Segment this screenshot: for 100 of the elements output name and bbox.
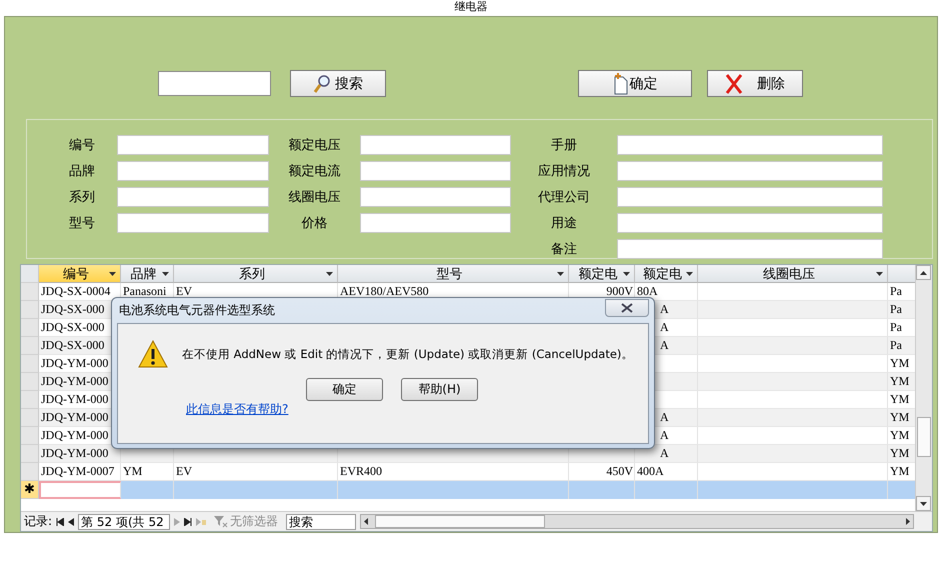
record-label: 记录: — [24, 513, 52, 530]
field-label: 用途 — [551, 215, 577, 232]
column-header[interactable]: 额定电 — [569, 265, 635, 283]
new-record-cell[interactable] — [338, 481, 569, 499]
next-record-icon[interactable] — [174, 518, 180, 526]
delete-icon — [725, 74, 743, 94]
input-field[interactable] — [117, 187, 269, 207]
vertical-scrollbar[interactable] — [915, 265, 932, 511]
dropdown-arrow-icon[interactable] — [109, 272, 116, 276]
scroll-thumb[interactable] — [375, 515, 546, 528]
previous-record-icon[interactable] — [68, 518, 74, 526]
confirm-button[interactable]: 确定 — [578, 70, 692, 97]
table-cell: Pa — [888, 337, 916, 355]
table-cell: 400A — [635, 463, 698, 481]
table-cell: JDQ-YM-0007 — [39, 463, 121, 481]
input-field[interactable] — [360, 187, 511, 207]
row-selector[interactable] — [21, 301, 39, 319]
new-record-icon[interactable] — [196, 518, 206, 526]
column-header[interactable]: 线圈电压 — [698, 265, 888, 283]
table-cell: EVR400 — [338, 463, 569, 481]
window-title: 继电器 — [454, 0, 488, 13]
new-record-cell[interactable] — [121, 481, 174, 499]
input-field[interactable] — [617, 161, 883, 181]
row-selector[interactable] — [21, 283, 39, 301]
input-field[interactable] — [617, 239, 883, 259]
dropdown-arrow-icon[interactable] — [876, 272, 883, 276]
new-record-cell[interactable] — [635, 481, 698, 499]
table-cell: A — [635, 445, 698, 463]
new-record-cell[interactable] — [569, 481, 635, 499]
column-header[interactable]: 品牌 — [121, 265, 174, 283]
dropdown-arrow-icon[interactable] — [623, 272, 630, 276]
column-header[interactable]: 编号 — [39, 265, 121, 283]
first-record-icon[interactable] — [56, 518, 64, 526]
field-label: 编号 — [69, 137, 95, 154]
new-document-icon — [612, 72, 628, 94]
dropdown-arrow-icon[interactable] — [326, 272, 333, 276]
table-cell: 450V — [569, 463, 635, 481]
field-label: 应用情况 — [538, 163, 590, 180]
close-button[interactable] — [605, 298, 649, 316]
row-selector[interactable] — [21, 355, 39, 373]
scroll-thumb[interactable] — [917, 417, 931, 457]
search-icon — [313, 74, 331, 94]
input-field[interactable] — [117, 135, 269, 155]
input-field[interactable] — [117, 213, 269, 233]
last-record-icon[interactable] — [184, 518, 192, 526]
field-label: 手册 — [551, 137, 577, 154]
close-icon — [621, 302, 633, 312]
field-label: 额定电流 — [288, 163, 340, 180]
table-cell: YM — [888, 409, 916, 427]
field-label: 线圈电压 — [288, 189, 340, 206]
warning-icon — [138, 340, 168, 368]
scroll-up-icon[interactable] — [920, 270, 927, 274]
column-header[interactable]: 系列 — [174, 265, 338, 283]
horizontal-scrollbar[interactable] — [360, 514, 914, 529]
filter-icon — [214, 516, 228, 528]
new-record-cell[interactable] — [174, 481, 338, 499]
help-button[interactable]: 帮助(H) — [401, 378, 478, 401]
input-field[interactable] — [360, 213, 511, 233]
row-selector[interactable] — [21, 409, 39, 427]
dropdown-arrow-icon[interactable] — [162, 272, 169, 276]
input-field[interactable] — [360, 161, 511, 181]
column-header[interactable]: 型号 — [338, 265, 569, 283]
field-label: 品牌 — [69, 163, 95, 180]
table-cell: Pa — [888, 301, 916, 319]
input-field[interactable] — [617, 187, 883, 207]
select-all-corner[interactable] — [21, 265, 39, 283]
scroll-down-icon[interactable] — [920, 502, 927, 506]
row-selector[interactable] — [21, 427, 39, 445]
input-field[interactable] — [617, 135, 883, 155]
row-selector[interactable] — [21, 463, 39, 481]
new-record-cell[interactable] — [39, 481, 121, 499]
row-selector[interactable] — [21, 445, 39, 463]
table-cell: JDQ-YM-000 — [39, 445, 121, 463]
input-field[interactable] — [360, 135, 511, 155]
table-cell: 80A — [635, 283, 698, 301]
new-record-selector[interactable]: ✱ — [21, 481, 39, 499]
dropdown-arrow-icon[interactable] — [557, 272, 564, 276]
new-record-cell[interactable] — [698, 481, 888, 499]
column-header[interactable]: 额定电 — [635, 265, 698, 283]
record-position-field[interactable]: 第 52 项(共 52 — [78, 514, 170, 530]
row-selector[interactable] — [21, 391, 39, 409]
table-cell: EV — [174, 463, 338, 481]
search-field[interactable]: 搜索 — [286, 514, 356, 530]
new-record-cell[interactable] — [888, 481, 916, 499]
row-selector[interactable] — [21, 337, 39, 355]
search-field[interactable] — [158, 71, 271, 96]
row-selector[interactable] — [21, 373, 39, 391]
ok-button[interactable]: 确定 — [306, 378, 383, 401]
table-cell: YM — [888, 373, 916, 391]
dialog-message: 在不使用 AddNew 或 Edit 的情况下，更新 (Update) 或取消更新 (CancelUpdate)。 — [182, 346, 634, 362]
dialog-title: 电池系统电气元器件选型系统 — [118, 302, 275, 319]
field-label: 代理公司 — [538, 189, 590, 206]
delete-button[interactable]: 删除 — [707, 70, 803, 97]
dropdown-arrow-icon[interactable] — [686, 272, 693, 276]
help-link[interactable]: 此信息是否有帮助? — [186, 402, 288, 416]
table-cell: JDQ-SX-0004 — [39, 283, 121, 301]
row-selector[interactable] — [21, 319, 39, 337]
search-button[interactable]: 搜索 — [290, 70, 386, 97]
input-field[interactable] — [617, 213, 883, 233]
input-field[interactable] — [117, 161, 269, 181]
